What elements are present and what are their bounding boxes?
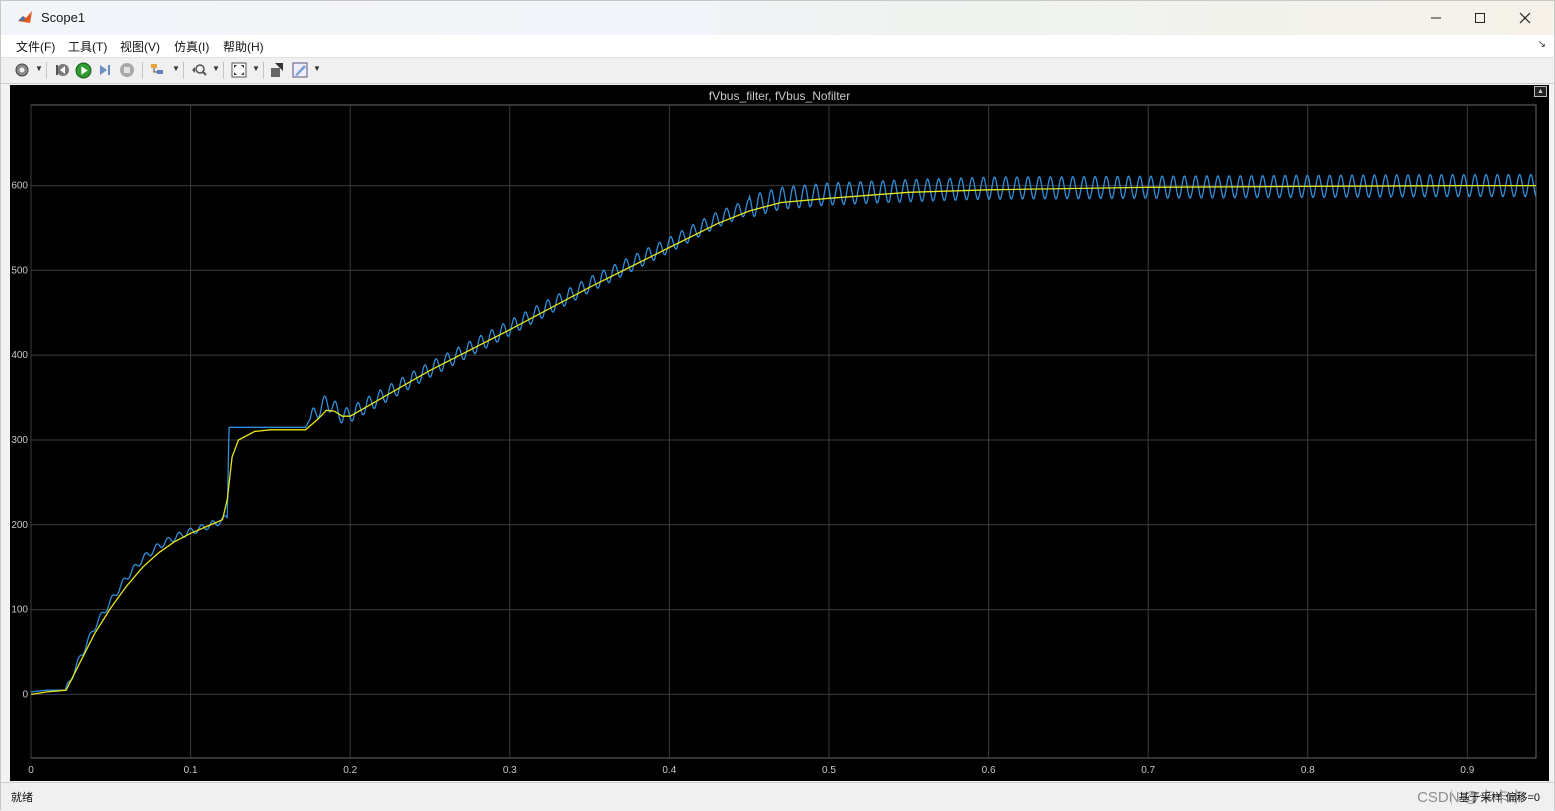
maximize-button[interactable]: [1458, 1, 1502, 35]
title-bar[interactable]: Scope1: [1, 1, 1554, 35]
x-tick-label: 0.7: [1141, 765, 1155, 776]
status-sampling: 基于采样 偏移=0: [1451, 789, 1540, 805]
menu-simulation[interactable]: 仿真(I): [174, 38, 209, 55]
stop-icon: [120, 63, 134, 77]
fit-to-view-button[interactable]: [228, 60, 250, 80]
stop-button[interactable]: [117, 60, 137, 80]
x-tick-label: 0.8: [1301, 765, 1315, 776]
properties-button[interactable]: [290, 60, 310, 80]
y-tick-label: 200: [11, 520, 28, 531]
step-forward-button[interactable]: [95, 60, 115, 80]
x-tick-label: 0.4: [662, 765, 676, 776]
y-tick-label: 0: [22, 689, 28, 700]
x-tick-label: 0.1: [184, 765, 198, 776]
minimize-button[interactable]: [1414, 1, 1458, 35]
y-tick-label: 100: [11, 605, 28, 616]
status-ready: 就绪: [11, 792, 33, 804]
properties-icon: [292, 62, 308, 78]
toolbar-separator: [223, 62, 224, 79]
fit-dropdown-icon[interactable]: ▼: [252, 64, 260, 73]
run-icon: [75, 62, 91, 78]
toolbar-separator: [263, 62, 264, 79]
scope-chart[interactable]: 0 0.1 0.2 0.3 0.4 0.5 0.6 0.7 0.8 0.9 0 100 200 300 40…: [10, 85, 1549, 781]
run-button[interactable]: [73, 60, 93, 80]
close-button[interactable]: [1503, 1, 1547, 35]
x-tick-label: 0.2: [343, 765, 357, 776]
step-back-button[interactable]: [52, 60, 72, 80]
toolbar-separator: [183, 62, 184, 79]
toolbar: ▼ ▼ ▼ ▼ ▼: [1, 58, 1554, 84]
zoom-button[interactable]: [188, 60, 210, 80]
send-button[interactable]: [267, 60, 287, 80]
fit-to-view-icon: [231, 62, 247, 78]
zoom-dropdown-icon[interactable]: ▼: [212, 64, 220, 73]
menu-bar: 文件(F) 工具(T) 视图(V) 仿真(I) 帮助(H) ↘: [1, 35, 1554, 58]
maximize-icon: [1475, 13, 1485, 23]
toolbar-separator: [142, 62, 143, 79]
zoom-icon: [192, 64, 207, 76]
plot-title: fVbus_filter, fVbus_Nofilter: [708, 89, 851, 103]
step-back-icon: [56, 64, 69, 76]
x-tick-label: 0.9: [1460, 765, 1474, 776]
undock-icon[interactable]: ▲: [1534, 86, 1547, 97]
settings-icon: [15, 63, 29, 77]
x-tick-label: 0.3: [503, 765, 517, 776]
y-tick-label: 600: [11, 181, 28, 192]
menu-file[interactable]: 文件(F): [16, 38, 55, 55]
scope-window: Scope1 文件(F) 工具(T) 视图(V) 仿真(I) 帮助(H) ↘ ▼: [0, 0, 1555, 811]
highlight-icon: [151, 64, 163, 74]
scope-display[interactable]: 0 0.1 0.2 0.3 0.4 0.5 0.6 0.7 0.8 0.9 0 100 200 300 40…: [10, 85, 1549, 781]
menu-collapse-icon[interactable]: ↘: [1538, 39, 1546, 50]
minimize-icon: [1431, 17, 1441, 19]
send-icon: [271, 63, 283, 77]
y-tick-label: 500: [11, 265, 28, 276]
status-bar: 就绪 CSDN @卡卡卡 基于采样 偏移=0: [1, 782, 1554, 811]
x-tick-label: 0.5: [822, 765, 836, 776]
menu-tools[interactable]: 工具(T): [68, 38, 107, 55]
highlight-dropdown-icon[interactable]: ▼: [172, 64, 180, 73]
matlab-icon: [17, 9, 33, 25]
series-line-1: [30, 173, 1537, 693]
toolbar-separator: [46, 62, 47, 79]
settings-button[interactable]: [11, 60, 33, 80]
y-tick-label: 400: [11, 350, 28, 361]
window-title: Scope1: [41, 10, 86, 25]
properties-dropdown-icon[interactable]: ▼: [313, 64, 321, 73]
settings-dropdown-icon[interactable]: ▼: [35, 64, 43, 73]
menu-view[interactable]: 视图(V): [120, 38, 160, 55]
close-icon: [1519, 12, 1531, 24]
x-tick-label: 0.6: [982, 765, 996, 776]
y-tick-label: 300: [11, 435, 28, 446]
highlight-button[interactable]: [147, 60, 169, 80]
x-tick-label: 0: [28, 765, 34, 776]
menu-help[interactable]: 帮助(H): [223, 38, 264, 55]
step-forward-icon: [100, 65, 110, 75]
